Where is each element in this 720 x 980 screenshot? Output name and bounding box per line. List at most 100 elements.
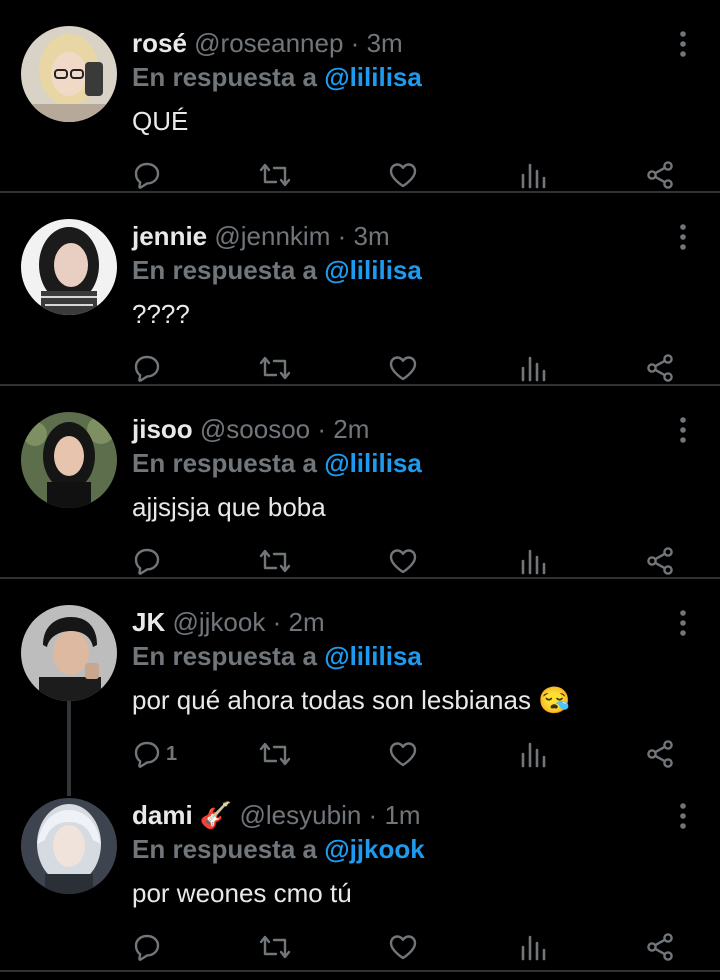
tweet-header: JK @jjkook · 2m <box>132 605 660 639</box>
reply-mention-link[interactable]: @jjkook <box>324 834 424 864</box>
reply-button[interactable] <box>132 351 166 385</box>
share-button[interactable] <box>645 158 675 192</box>
like-button[interactable] <box>388 158 418 192</box>
tweet[interactable]: jennie @jennkim · 3m En respuesta a @lil… <box>0 193 720 386</box>
analytics-icon <box>521 935 546 961</box>
analytics-icon <box>521 356 546 382</box>
more-options-icon[interactable] <box>676 609 690 637</box>
avatar[interactable] <box>21 605 117 701</box>
more-options-icon[interactable] <box>676 416 690 444</box>
like-button[interactable] <box>388 737 418 771</box>
display-name[interactable]: jennie <box>132 221 207 251</box>
timestamp[interactable]: 1m <box>384 800 420 830</box>
views-button[interactable] <box>519 544 547 578</box>
avatar[interactable] <box>21 26 117 122</box>
retweet-button[interactable] <box>258 544 292 578</box>
tweet-text: por qué ahora todas son lesbianas 😪 <box>132 685 571 715</box>
views-button[interactable] <box>519 930 547 964</box>
like-button[interactable] <box>388 930 418 964</box>
user-handle[interactable]: @jjkook <box>172 607 265 637</box>
more-options-icon[interactable] <box>676 30 690 58</box>
share-icon <box>647 547 673 575</box>
tweet-header: dami 🎸 @lesyubin · 1m <box>132 798 660 832</box>
retweet-button[interactable] <box>258 930 292 964</box>
views-button[interactable] <box>519 351 547 385</box>
reply-button[interactable] <box>132 930 166 964</box>
retweet-icon <box>259 163 291 187</box>
tweet[interactable]: dami 🎸 @lesyubin · 1m En respuesta a @jj… <box>0 772 720 972</box>
reply-button[interactable] <box>132 544 166 578</box>
heart-icon <box>389 549 417 574</box>
tweet-header: jennie @jennkim · 3m <box>132 219 660 253</box>
tweet-text: ajjsjsja que boba <box>132 492 326 522</box>
retweet-button[interactable] <box>258 737 292 771</box>
reply-prefix: En respuesta a <box>132 255 317 285</box>
replying-to: En respuesta a @lililisa <box>132 60 660 94</box>
action-bar <box>132 158 692 192</box>
timestamp[interactable]: 2m <box>333 414 369 444</box>
share-button[interactable] <box>645 351 675 385</box>
heart-icon <box>389 935 417 960</box>
share-icon <box>647 740 673 768</box>
retweet-icon <box>259 356 291 380</box>
separator-dot: · <box>317 414 327 444</box>
retweet-button[interactable] <box>258 351 292 385</box>
more-options-icon[interactable] <box>676 802 690 830</box>
avatar[interactable] <box>21 412 117 508</box>
retweet-icon <box>259 935 291 959</box>
reply-mention-link[interactable]: @lililisa <box>324 62 422 92</box>
more-options-icon[interactable] <box>676 223 690 251</box>
action-bar <box>132 351 692 385</box>
reply-button[interactable] <box>132 158 166 192</box>
tweet-text: por weones cmo tú <box>132 878 352 908</box>
tweet[interactable]: JK @jjkook · 2m En respuesta a @lililisa… <box>0 579 720 772</box>
share-button[interactable] <box>645 930 675 964</box>
replying-to: En respuesta a @lililisa <box>132 639 660 673</box>
analytics-icon <box>521 742 546 768</box>
separator-dot: · <box>350 28 360 58</box>
heart-icon <box>389 356 417 381</box>
reply-prefix: En respuesta a <box>132 62 317 92</box>
user-handle[interactable]: @jennkim <box>214 221 330 251</box>
display-name[interactable]: dami 🎸 <box>132 800 232 830</box>
heart-icon <box>389 163 417 188</box>
tweet[interactable]: rosé @roseannep · 3m En respuesta a @lil… <box>0 0 720 193</box>
avatar[interactable] <box>21 798 117 894</box>
like-button[interactable] <box>388 544 418 578</box>
display-name[interactable]: JK <box>132 607 165 637</box>
reply-mention-link[interactable]: @lililisa <box>324 448 422 478</box>
separator-dot: · <box>272 607 282 637</box>
separator-dot: · <box>368 800 378 830</box>
reply-mention-link[interactable]: @lililisa <box>324 255 422 285</box>
display-name[interactable]: rosé <box>132 28 187 58</box>
share-button[interactable] <box>645 544 675 578</box>
reply-prefix: En respuesta a <box>132 448 317 478</box>
reply-feed: rosé @roseannep · 3m En respuesta a @lil… <box>0 0 720 980</box>
reply-count: 1 <box>166 742 178 765</box>
tweet-header: rosé @roseannep · 3m <box>132 26 660 60</box>
views-button[interactable] <box>519 158 547 192</box>
reply-icon <box>134 548 160 575</box>
timestamp[interactable]: 3m <box>367 28 403 58</box>
tweet-header: jisoo @soosoo · 2m <box>132 412 660 446</box>
user-handle[interactable]: @soosoo <box>200 414 310 444</box>
avatar[interactable] <box>21 219 117 315</box>
tweet[interactable]: jisoo @soosoo · 2m En respuesta a @lilil… <box>0 386 720 579</box>
reply-mention-link[interactable]: @lililisa <box>324 641 422 671</box>
action-bar <box>132 544 692 578</box>
share-button[interactable] <box>645 737 675 771</box>
user-handle[interactable]: @lesyubin <box>240 800 362 830</box>
retweet-button[interactable] <box>258 158 292 192</box>
reply-button[interactable]: 1 <box>132 737 177 771</box>
user-handle[interactable]: @roseannep <box>194 28 343 58</box>
timestamp[interactable]: 3m <box>354 221 390 251</box>
reply-icon <box>134 355 160 382</box>
views-button[interactable] <box>519 737 547 771</box>
reply-icon <box>134 741 160 768</box>
timestamp[interactable]: 2m <box>289 607 325 637</box>
action-bar: 1 <box>132 737 692 771</box>
reply-prefix: En respuesta a <box>132 641 317 671</box>
retweet-icon <box>259 742 291 766</box>
like-button[interactable] <box>388 351 418 385</box>
display-name[interactable]: jisoo <box>132 414 193 444</box>
